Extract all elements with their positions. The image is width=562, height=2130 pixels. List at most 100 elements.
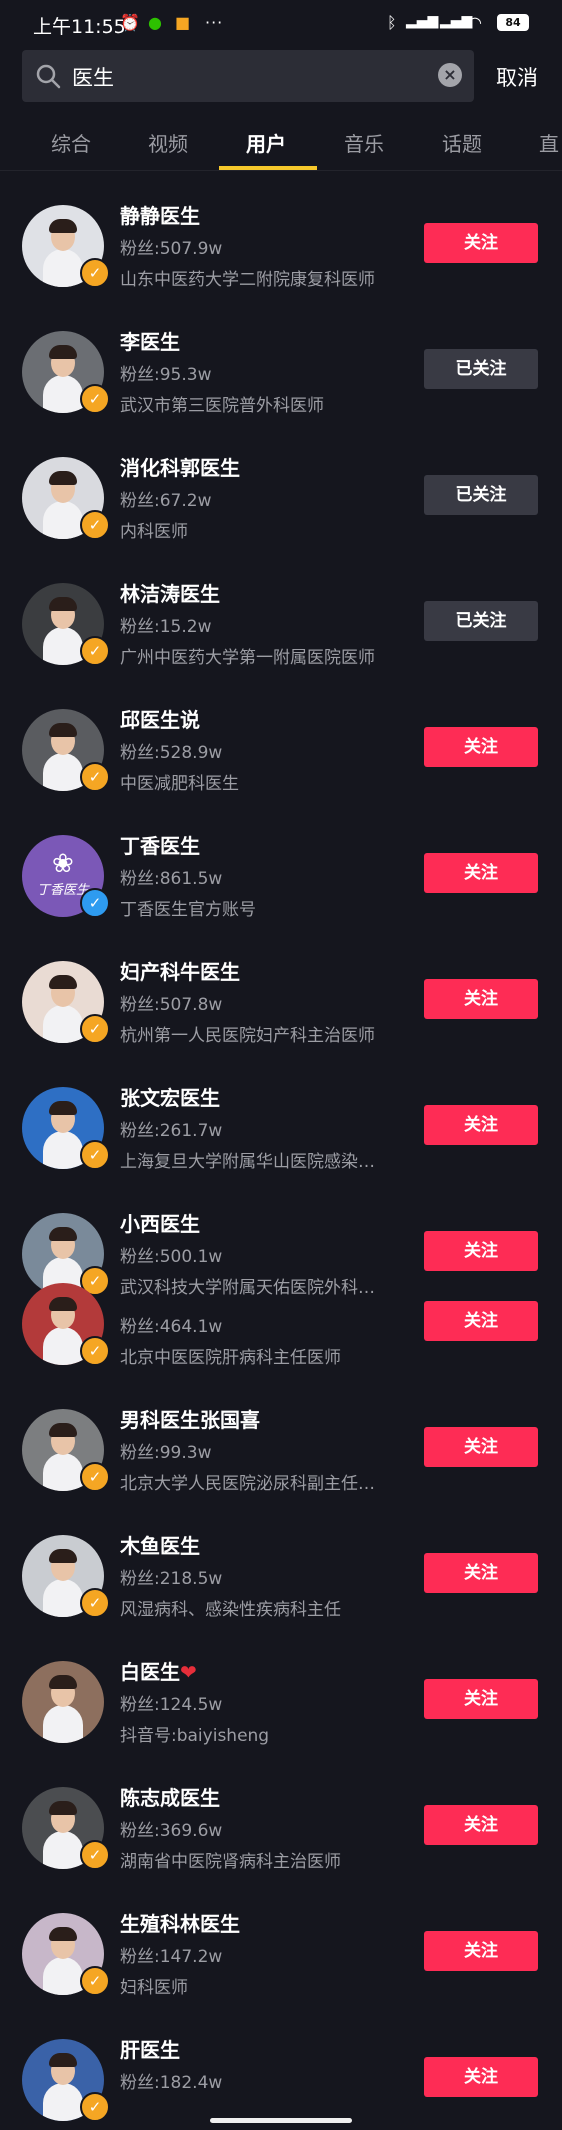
avatar-hair <box>49 1423 77 1437</box>
avatar-hair <box>49 1101 77 1115</box>
avatar-body <box>43 1453 83 1491</box>
user-name-text: 小西医生 <box>120 1212 200 1236</box>
fan-count: 粉丝:15.2w <box>120 617 212 637</box>
following-button[interactable]: 已关注 <box>424 601 538 641</box>
fan-count: 粉丝:528.9w <box>120 743 223 763</box>
fan-count: 粉丝:67.2w <box>120 491 212 511</box>
user-name-text: 妇产科牛医生 <box>120 960 240 984</box>
verified-badge-icon: ✓ <box>80 1966 110 1996</box>
user-name: 张文宏医生 <box>120 1082 220 1111</box>
user-description: 武汉市第三医院普外科医师 <box>120 396 324 416</box>
tab-comprehensive[interactable]: 综合 <box>51 128 91 157</box>
verified-badge-icon: ✓ <box>80 1336 110 1366</box>
verified-badge-icon: ✓ <box>80 384 110 414</box>
bluetooth-icon: ᛒ <box>387 13 397 32</box>
verified-badge-icon: ✓ <box>80 258 110 288</box>
tab-video[interactable]: 视频 <box>148 128 188 157</box>
following-button[interactable]: 已关注 <box>424 349 538 389</box>
user-name: 男科医生张国喜 <box>120 1404 260 1433</box>
fan-count: 粉丝:507.9w <box>120 239 223 259</box>
avatar-body <box>43 249 83 287</box>
user-row[interactable]: ✓ 林洁涛医生 粉丝:15.2w 广州中医药大学第一附属医院医师 已关注 <box>0 548 562 674</box>
user-row[interactable]: ✓ 陈志成医生 粉丝:369.6w 湖南省中医院肾病科主治医师 关注 <box>0 1752 562 1878</box>
follow-button[interactable]: 关注 <box>424 1679 538 1719</box>
avatar[interactable] <box>22 1661 104 1743</box>
user-row[interactable]: ✓ 男科医生张国喜 粉丝:99.3w 北京大学人民医院泌尿科副主任… 关注 <box>0 1374 562 1500</box>
user-name-text: 静静医生 <box>120 204 200 228</box>
cancel-button[interactable]: 取消 <box>496 62 538 92</box>
tab-live[interactable]: 直 <box>539 128 559 157</box>
verified-badge-icon: ✓ <box>80 510 110 540</box>
follow-button[interactable]: 关注 <box>424 853 538 893</box>
user-name: 白医生❤ <box>120 1656 197 1685</box>
follow-button[interactable]: 关注 <box>424 727 538 767</box>
user-name: 丁香医生 <box>120 830 200 859</box>
user-name: 小西医生 <box>120 1208 200 1237</box>
verified-badge-icon: ✓ <box>80 762 110 792</box>
follow-button[interactable]: 关注 <box>424 979 538 1019</box>
verified-badge-icon: ✓ <box>80 1140 110 1170</box>
user-row[interactable]: ✓ 邱医生说 粉丝:528.9w 中医减肥科医生 关注 <box>0 674 562 800</box>
clove-logo-icon: ❀ <box>52 849 74 879</box>
avatar-body <box>43 753 83 791</box>
user-row[interactable]: ✓ 妇产科牛医生 粉丝:507.8w 杭州第一人民医院妇产科主治医师 关注 <box>0 926 562 1052</box>
tab-topic[interactable]: 话题 <box>442 128 482 157</box>
user-row[interactable]: ✓ 木鱼医生 粉丝:218.5w 风湿病科、感染性疾病科主任 关注 <box>0 1500 562 1626</box>
avatar-hair <box>49 471 77 485</box>
status-bar: 上午11:55 ⏰ ● ■ ··· ᛒ ▂▄▆ ▂▄▆ ◠ 84 <box>0 0 562 46</box>
user-name-text: 白医生 <box>120 1660 180 1684</box>
user-name: 消化科郭医生 <box>120 452 240 481</box>
battery-icon: 84 <box>497 14 529 31</box>
user-name: 肝医生 <box>120 2034 180 2063</box>
tab-music[interactable]: 音乐 <box>344 128 384 157</box>
avatar-hair <box>49 1549 77 1563</box>
user-name-text: 张文宏医生 <box>120 1086 220 1110</box>
user-row[interactable]: ✓ 张文宏医生 粉丝:261.7w 上海复旦大学附属华山医院感染… 关注 <box>0 1052 562 1178</box>
user-row[interactable]: ✓ 消化科郭医生 粉丝:67.2w 内科医师 已关注 <box>0 422 562 548</box>
fan-count: 粉丝:261.7w <box>120 1121 223 1141</box>
user-name: 林洁涛医生 <box>120 578 220 607</box>
avatar-hair <box>49 2053 77 2067</box>
user-row[interactable]: ✓ 粉丝:464.1w 北京中医医院肝病科主任医师 关注 <box>0 1248 562 1374</box>
user-row[interactable]: ✓ 李医生 粉丝:95.3w 武汉市第三医院普外科医师 已关注 <box>0 296 562 422</box>
search-input[interactable]: 医生 <box>72 62 114 92</box>
avatar-body <box>43 2083 83 2121</box>
tab-users[interactable]: 用户 <box>246 128 286 157</box>
user-row[interactable]: 丁香医生 ❀ ✓ 丁香医生 粉丝:861.5w 丁香医生官方账号 关注 <box>0 800 562 926</box>
follow-button[interactable]: 关注 <box>424 1105 538 1145</box>
user-row[interactable]: 白医生❤ 粉丝:124.5w 抖音号:baiyisheng 关注 <box>0 1626 562 1752</box>
avatar-hair <box>49 219 77 233</box>
avatar-hair <box>49 1227 77 1241</box>
fan-count: 粉丝:218.5w <box>120 1569 223 1589</box>
user-name: 静静医生 <box>120 200 200 229</box>
user-name-text: 生殖科林医生 <box>120 1912 240 1936</box>
fan-count: 粉丝:369.6w <box>120 1821 223 1841</box>
user-name: 生殖科林医生 <box>120 1908 240 1937</box>
fan-count: 粉丝:95.3w <box>120 365 212 385</box>
follow-button[interactable]: 关注 <box>424 2057 538 2097</box>
follow-button[interactable]: 关注 <box>424 223 538 263</box>
user-description: 抖音号:baiyisheng <box>120 1726 270 1746</box>
follow-button[interactable]: 关注 <box>424 1805 538 1845</box>
clear-icon[interactable]: × <box>438 63 462 87</box>
user-row[interactable]: ✓ 静静医生 粉丝:507.9w 山东中医药大学二附院康复科医师 关注 <box>0 170 562 296</box>
user-row[interactable]: ✓ 生殖科林医生 粉丝:147.2w 妇科医师 关注 <box>0 1878 562 2004</box>
wechat-icon: ● <box>148 13 162 32</box>
user-name-text: 丁香医生 <box>120 834 200 858</box>
follow-button[interactable]: 关注 <box>424 1931 538 1971</box>
user-name-text: 林洁涛医生 <box>120 582 220 606</box>
avatar-hair <box>49 975 77 989</box>
wifi-icon: ◠ <box>468 13 482 32</box>
home-indicator <box>210 2118 352 2123</box>
follow-button[interactable]: 关注 <box>424 1301 538 1341</box>
user-description: 广州中医药大学第一附属医院医师 <box>120 648 375 668</box>
search-box[interactable]: 医生 × <box>22 50 474 102</box>
following-button[interactable]: 已关注 <box>424 475 538 515</box>
user-name-text: 木鱼医生 <box>120 1534 200 1558</box>
follow-button[interactable]: 关注 <box>424 1553 538 1593</box>
follow-button[interactable]: 关注 <box>424 1427 538 1467</box>
user-row[interactable]: ✓ 肝医生 粉丝:182.4w 关注 <box>0 2004 562 2130</box>
user-name-text: 肝医生 <box>120 2038 180 2062</box>
fan-count: 粉丝:182.4w <box>120 2073 223 2093</box>
status-time: 上午11:55 <box>33 16 126 38</box>
